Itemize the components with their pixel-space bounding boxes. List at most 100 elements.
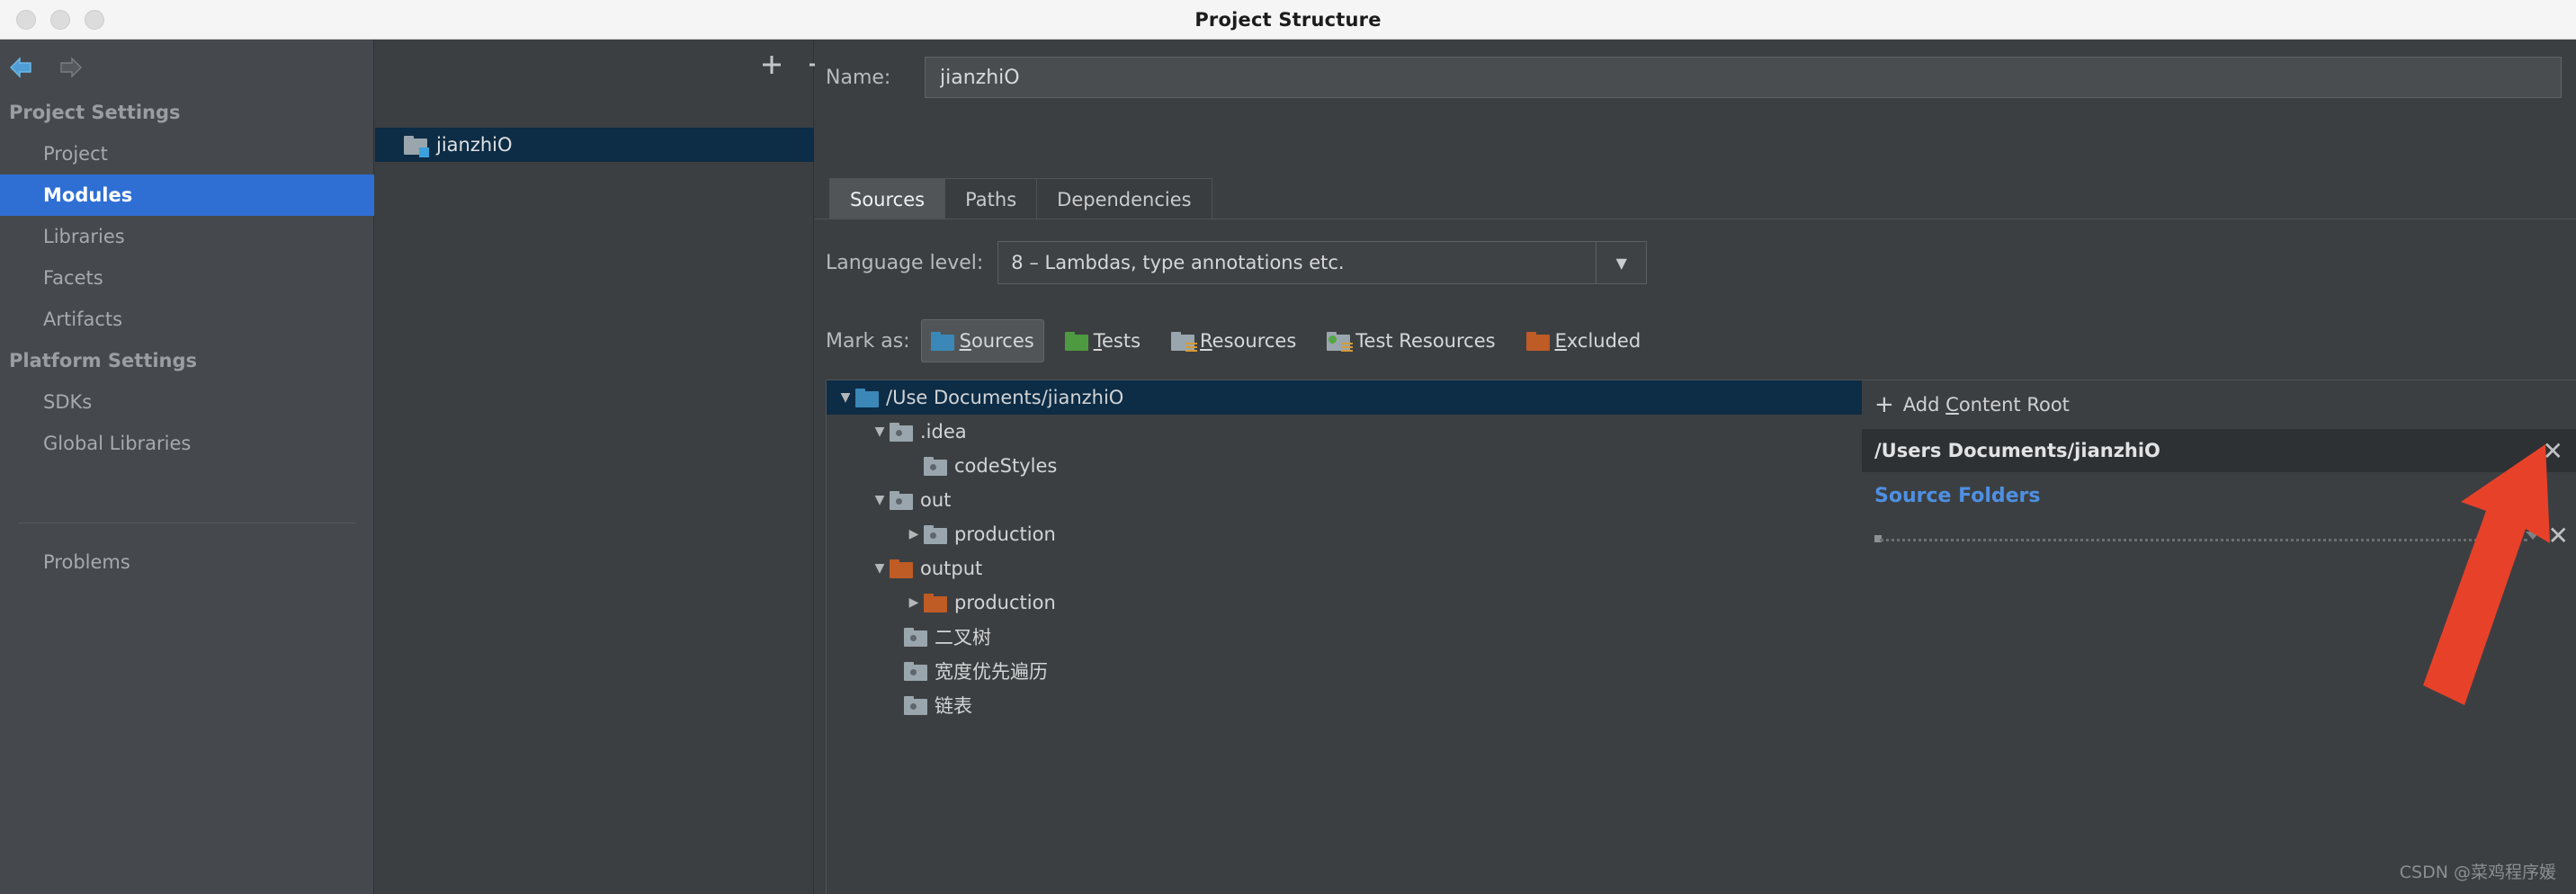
folder-icon	[890, 422, 913, 442]
twisty-collapsed-icon[interactable]: ▶	[904, 595, 924, 610]
chevron-down-icon[interactable]	[2526, 532, 2540, 540]
mark-as-test-resources-label: Test Resources	[1355, 330, 1496, 352]
mark-as-resources-label: Resources	[1200, 330, 1297, 352]
table-row[interactable]: 链表	[827, 688, 1862, 722]
folder-icon	[924, 524, 947, 544]
table-row[interactable]: ▶ production	[827, 586, 1862, 620]
add-content-root-button[interactable]: + Add Content Root	[1862, 380, 2576, 429]
window-title: Project Structure	[1194, 8, 1382, 31]
test-resources-folder-icon	[1327, 331, 1354, 352]
sidebar-item-facets[interactable]: Facets	[0, 257, 374, 299]
sidebar-item-sdks[interactable]: SDKs	[0, 381, 374, 423]
twisty-expanded-icon[interactable]: ▼	[870, 561, 890, 576]
table-row[interactable]: 宽度优先遍历	[827, 654, 1862, 688]
plus-icon: +	[1874, 391, 1894, 418]
module-list-panel: jianzhiO	[375, 40, 873, 894]
tab-dependencies[interactable]: Dependencies	[1037, 178, 1212, 219]
add-content-root-label: Add Content Root	[1902, 394, 2070, 416]
sidebar-item-problems[interactable]: Problems	[0, 541, 374, 583]
tree-item-label: 宽度优先遍历	[935, 661, 1048, 683]
mark-as-excluded-button[interactable]: Excluded	[1516, 319, 1651, 362]
dialog-body: Project Settings Project Modules Librari…	[0, 40, 2576, 894]
language-level-select[interactable]: 8 – Lambdas, type annotations etc. ▼	[997, 241, 1648, 284]
sidebar-item-global-libraries[interactable]: Global Libraries	[0, 423, 374, 464]
source-folder-dotted-line	[1880, 539, 2527, 541]
tree-item-label: 二叉树	[935, 627, 991, 648]
content-root-path: /Users Documents/jianzhiO	[1874, 440, 2160, 461]
tab-paths[interactable]: Paths	[945, 178, 1038, 219]
mark-as-tests-label: Tests	[1093, 330, 1141, 352]
content-root-folder-icon	[855, 388, 879, 407]
mark-as-resources-button[interactable]: Resources	[1161, 319, 1306, 362]
table-row[interactable]: 二叉树	[827, 620, 1862, 654]
tab-sources[interactable]: Sources	[829, 178, 946, 219]
mark-as-sources-button[interactable]: Sources	[920, 319, 1044, 362]
module-name-row: Name:	[815, 54, 2576, 101]
language-level-row: Language level: 8 – Lambdas, type annota…	[815, 236, 2576, 290]
excluded-folder-icon	[924, 593, 947, 612]
twisty-expanded-icon[interactable]: ▼	[870, 425, 890, 439]
folder-icon	[904, 627, 927, 647]
mark-as-label: Mark as:	[826, 329, 910, 353]
sidebar-item-modules[interactable]: Modules	[0, 174, 374, 216]
folder-icon	[904, 661, 927, 681]
name-input[interactable]	[925, 57, 2562, 98]
sidebar-navigation-bar	[0, 40, 373, 92]
table-row[interactable]: ▼ output	[827, 551, 1862, 586]
add-module-icon[interactable]	[758, 51, 785, 78]
source-folders-title: Source Folders	[1874, 485, 2041, 507]
window-title-bar: Project Structure	[0, 0, 2576, 40]
language-level-label: Language level:	[826, 251, 984, 274]
mark-as-test-resources-button[interactable]: Test Resources	[1317, 319, 1505, 362]
tree-item-label: /Use Documents/jianzhiO	[886, 387, 1124, 408]
module-editor-panel: Name: Sources Paths Dependencies Languag…	[815, 40, 2576, 894]
module-name: jianzhiO	[436, 134, 513, 156]
tree-item-label: production	[954, 523, 1056, 545]
sidebar-group-project-settings: Project Settings	[9, 102, 181, 123]
tests-folder-icon	[1064, 331, 1088, 351]
tree-item-label: production	[954, 592, 1056, 613]
name-label: Name:	[826, 66, 891, 89]
language-level-value: 8 – Lambdas, type annotations etc.	[1011, 252, 1345, 273]
sources-folder-icon	[930, 331, 954, 351]
close-icon[interactable]: ✕	[2548, 521, 2569, 550]
excluded-folder-icon	[890, 559, 913, 578]
module-folder-icon	[404, 135, 429, 157]
sidebar-item-libraries[interactable]: Libraries	[0, 216, 374, 257]
table-row[interactable]: ▶ production	[827, 517, 1862, 551]
mark-as-tests-button[interactable]: Tests	[1055, 319, 1150, 362]
arrow-left-icon[interactable]	[7, 56, 45, 79]
tree-item-label: .idea	[920, 421, 967, 443]
sidebar-group-platform-settings: Platform Settings	[9, 350, 198, 371]
tree-item-label: out	[920, 489, 952, 511]
editor-tabs: Sources Paths Dependencies	[829, 173, 1212, 219]
twisty-collapsed-icon[interactable]: ▶	[904, 527, 924, 541]
tree-item-label: codeStyles	[954, 455, 1058, 477]
table-row[interactable]: ▼ .idea	[827, 415, 1862, 449]
twisty-expanded-icon[interactable]: ▼	[836, 390, 855, 405]
watermark: CSDN @菜鸡程序媛	[2399, 863, 2556, 882]
mark-as-sources-label: Sources	[959, 330, 1034, 352]
list-item[interactable]: jianzhiO	[375, 128, 814, 162]
module-list-toolbar	[375, 40, 873, 89]
content-root-tree[interactable]: ▼ /Use Documents/jianzhiO ▼ .idea codeSt…	[826, 380, 1862, 894]
chevron-down-icon[interactable]: ▼	[1596, 242, 1646, 283]
sidebar-item-project[interactable]: Project	[0, 133, 374, 174]
tree-item-label: output	[920, 558, 983, 579]
content-root-path-row[interactable]: /Users Documents/jianzhiO ✕	[1862, 429, 2576, 472]
settings-sidebar: Project Settings Project Modules Librari…	[0, 40, 374, 894]
table-row[interactable]: ▼ /Use Documents/jianzhiO	[827, 380, 1862, 415]
mark-as-row: Mark as: Sources Tests Resources Test Re…	[815, 309, 2576, 372]
mark-as-excluded-label: Excluded	[1554, 330, 1641, 352]
table-row[interactable]: ▼ out	[827, 483, 1862, 517]
sidebar-item-artifacts[interactable]: Artifacts	[0, 299, 374, 340]
tree-item-label: 链表	[935, 695, 972, 717]
arrow-right-icon[interactable]	[52, 56, 90, 79]
folder-icon	[890, 490, 913, 510]
excluded-folder-icon	[1525, 331, 1550, 351]
twisty-expanded-icon[interactable]: ▼	[870, 493, 890, 507]
content-root-detail-panel: + Add Content Root /Users Documents/jian…	[1862, 380, 2576, 894]
table-row[interactable]: codeStyles	[827, 449, 1862, 483]
close-icon[interactable]: ✕	[2543, 436, 2563, 466]
resources-folder-icon	[1171, 331, 1198, 352]
